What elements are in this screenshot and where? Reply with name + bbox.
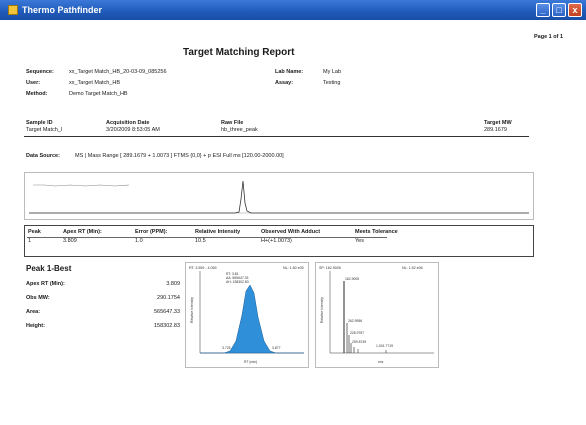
spectrum-header-left: SP: 162.9005 bbox=[319, 266, 341, 270]
target-mw-value: 289.1679 bbox=[484, 127, 507, 133]
page-number: Page 1 of 1 bbox=[534, 34, 564, 40]
mass-spectrum-svg: SP: 162.9005 NL: 1.52 e06 162.9005 262.9… bbox=[319, 266, 434, 364]
relative-intensity-value: 10.5 bbox=[195, 238, 206, 244]
report-title: Target Matching Report bbox=[183, 47, 295, 58]
spectrum-peak-label-3: 228.9767 bbox=[350, 331, 364, 335]
sample-id-value: Target Match_l bbox=[26, 127, 63, 133]
peak-table: Peak Apex RT (Min): Error (PPM): Relativ… bbox=[24, 225, 534, 257]
meets-tolerance-value: Yes bbox=[355, 238, 364, 244]
xic-x-label: RT (min) bbox=[244, 360, 257, 364]
apex-rt-best-value: 3.809 bbox=[166, 281, 180, 287]
meets-tolerance-header: Meets Tolerance bbox=[355, 229, 398, 235]
overview-trace bbox=[29, 180, 529, 214]
height-label: Height: bbox=[26, 323, 45, 329]
user-label: User: bbox=[26, 80, 41, 86]
acquisition-date-header: Acquisition Date bbox=[106, 120, 150, 126]
apex-rt-header: Apex RT (Min): bbox=[63, 229, 102, 235]
window-titlebar: Thermo Pathfinder _ □ x bbox=[0, 0, 586, 20]
app-icon bbox=[8, 5, 18, 15]
xic-rt-label-left: 3.725 bbox=[222, 346, 231, 350]
assay-label: Assay: bbox=[275, 80, 294, 86]
raw-file-header: Raw File bbox=[221, 120, 244, 126]
xic-y-label: Relative Intensity bbox=[190, 297, 194, 323]
sequence-label: Sequence: bbox=[26, 69, 54, 75]
error-ppm-header: Error (PPM): bbox=[135, 229, 168, 235]
overview-chromatogram bbox=[24, 172, 534, 220]
sequence-value: xx_Target Match_HB_20-03-09_085256 bbox=[69, 69, 167, 75]
xic-rt-label-right: 3.877 bbox=[272, 346, 281, 350]
peak-table-rule bbox=[27, 237, 387, 238]
spectrum-x-label: m/z bbox=[378, 360, 384, 364]
lab-name-value: My Lab bbox=[323, 69, 342, 75]
apex-rt-label: Apex RT (Min): bbox=[26, 281, 65, 287]
sample-table-rule bbox=[24, 136, 529, 137]
overview-trace-svg bbox=[29, 180, 529, 214]
method-value: Demo Target Match_HB bbox=[69, 91, 128, 97]
overview-baseline-upper bbox=[33, 184, 130, 187]
area-value: 565647.33 bbox=[154, 309, 180, 315]
observed-adduct-header: Observed With Adduct bbox=[261, 229, 321, 235]
area-label: Area: bbox=[26, 309, 41, 315]
assay-value: Testing bbox=[323, 80, 341, 86]
obs-mw-label: Obs MW: bbox=[26, 295, 50, 301]
method-label: Method: bbox=[26, 91, 48, 97]
peak-value: 1 bbox=[28, 238, 32, 244]
close-button[interactable]: x bbox=[568, 3, 582, 17]
spectrum-peak-label-5: 1,001.7719 bbox=[376, 344, 393, 348]
spectrum-peak-label-2: 262.9956 bbox=[348, 319, 362, 323]
sample-id-header: Sample ID bbox=[26, 120, 53, 126]
minimize-button[interactable]: _ bbox=[536, 3, 550, 17]
peak-best-title: Peak 1-Best bbox=[26, 264, 72, 273]
user-value: xx_Target Match_HB bbox=[69, 80, 121, 86]
spectrum-y-label: Relative Intensity bbox=[320, 297, 324, 323]
xic-peak-svg: RT: 3.559 - 4.059 NL: 1.60 e05 RT: 3.81 … bbox=[189, 266, 304, 364]
data-source-label: Data Source: bbox=[26, 153, 60, 159]
height-value: 158302.83 bbox=[154, 323, 180, 329]
xic-peak-panel: RT: 3.559 - 4.059 NL: 1.60 e05 RT: 3.81 … bbox=[185, 262, 309, 368]
xic-annotation-height: AH: 158302.83 bbox=[226, 280, 249, 284]
window-controls: _ □ x bbox=[536, 3, 582, 17]
observed-adduct-value: H+(+1.0073) bbox=[261, 238, 292, 244]
window-title: Thermo Pathfinder bbox=[22, 5, 103, 15]
xic-header-left: RT: 3.559 - 4.059 bbox=[189, 266, 217, 270]
xic-peak-area bbox=[200, 284, 304, 354]
spectrum-peak-label-4: 259.8749 bbox=[352, 340, 366, 344]
apex-rt-value: 3.809 bbox=[63, 238, 77, 244]
spectrum-peak-label-1: 162.9005 bbox=[345, 277, 359, 281]
raw-file-value: hb_three_peak bbox=[221, 127, 258, 133]
spectrum-header-right: NL: 1.52 e06 bbox=[402, 266, 423, 270]
report-page: Page 1 of 1 Target Matching Report Seque… bbox=[9, 20, 577, 425]
lab-name-label: Lab Name: bbox=[275, 69, 304, 75]
relative-intensity-header: Relative Intensity bbox=[195, 229, 241, 235]
acquisition-date-value: 3/20/2009 8:53:05 AM bbox=[106, 127, 160, 133]
peak-header: Peak bbox=[28, 229, 41, 235]
error-ppm-value: 1.0 bbox=[135, 238, 143, 244]
maximize-button[interactable]: □ bbox=[552, 3, 566, 17]
target-mw-header: Target MW bbox=[484, 120, 512, 126]
obs-mw-value: 290.1754 bbox=[157, 295, 180, 301]
mass-spectrum-panel: SP: 162.9005 NL: 1.52 e06 162.9005 262.9… bbox=[315, 262, 439, 368]
xic-header-right: NL: 1.60 e05 bbox=[283, 266, 304, 270]
data-source-value: MS | Mass Range [ 289.1679 + 1.0073 ] FT… bbox=[75, 153, 284, 159]
